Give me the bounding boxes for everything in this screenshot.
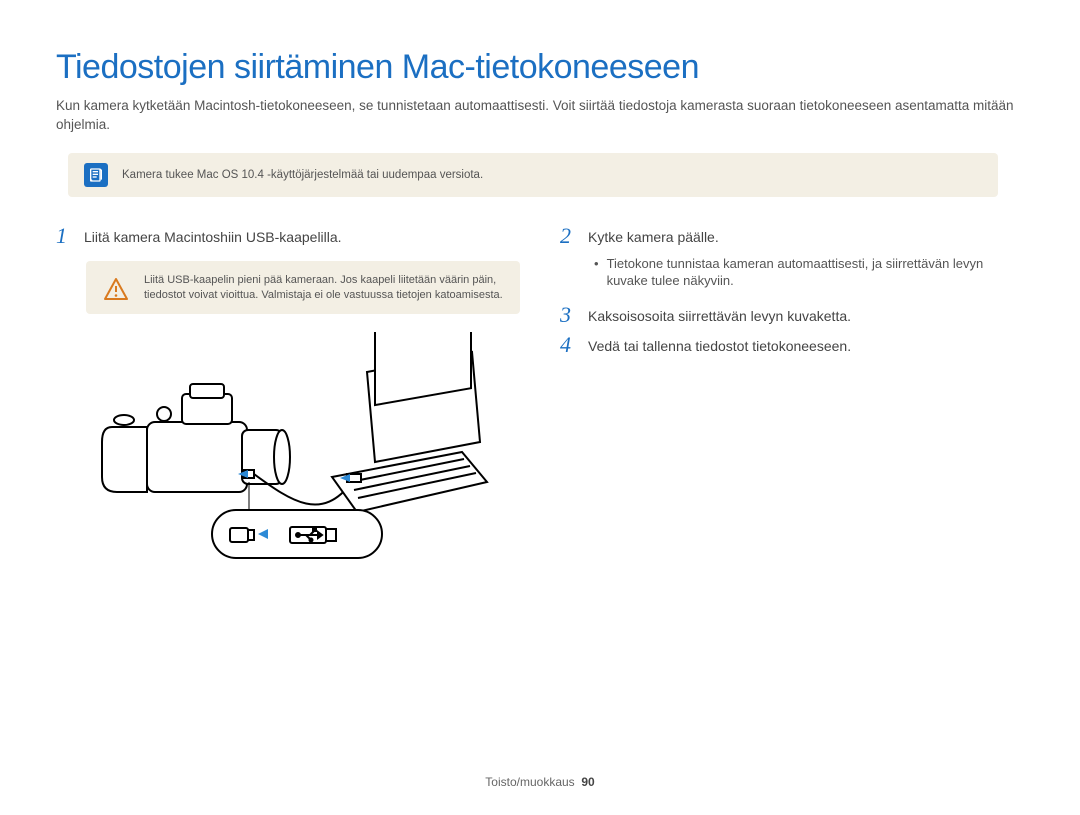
info-note-text: Kamera tukee Mac OS 10.4 -käyttöjärjeste… xyxy=(122,169,483,181)
step-number: 1 xyxy=(56,225,74,247)
warning-text: Liitä USB-kaapelin pieni pää kameraan. J… xyxy=(144,273,504,303)
step-text: Kaksoisosoita siirrettävän levyn kuvaket… xyxy=(588,304,851,326)
page-footer: Toisto/muokkaus 90 xyxy=(0,775,1080,789)
step-4: 4 Vedä tai tallenna tiedostot tietokonee… xyxy=(560,334,1024,356)
intro-paragraph: Kun kamera kytketään Macintosh-tietokone… xyxy=(56,97,1024,135)
note-icon xyxy=(84,163,108,187)
right-column: 2 Kytke kamera päälle. • Tietokone tunni… xyxy=(560,225,1024,568)
step-text: Liitä kamera Macintoshiin USB-kaapelilla… xyxy=(84,225,342,247)
bullet-dot: • xyxy=(594,255,599,290)
step-3: 3 Kaksoisosoita siirrettävän levyn kuvak… xyxy=(560,304,1024,326)
info-note-box: Kamera tukee Mac OS 10.4 -käyttöjärjeste… xyxy=(68,153,998,197)
step-number: 3 xyxy=(560,304,578,326)
usb-connection-illustration xyxy=(92,332,520,567)
step-2-bullet: • Tietokone tunnistaa kameran automaatti… xyxy=(594,255,1024,290)
bullet-text: Tietokone tunnistaa kameran automaattise… xyxy=(607,255,1024,290)
step-number: 2 xyxy=(560,225,578,247)
step-text: Kytke kamera päälle. xyxy=(588,225,719,247)
step-text: Vedä tai tallenna tiedostot tietokoneese… xyxy=(588,334,851,356)
step-1: 1 Liitä kamera Macintoshiin USB-kaapelil… xyxy=(56,225,520,247)
step-number: 4 xyxy=(560,334,578,356)
footer-page-number: 90 xyxy=(581,775,594,789)
warning-icon xyxy=(102,277,130,301)
step-2: 2 Kytke kamera päälle. xyxy=(560,225,1024,247)
footer-section: Toisto/muokkaus xyxy=(485,775,574,789)
warning-box: Liitä USB-kaapelin pieni pää kameraan. J… xyxy=(86,261,520,315)
page-title: Tiedostojen siirtäminen Mac-tietokoneese… xyxy=(56,48,1024,87)
left-column: 1 Liitä kamera Macintoshiin USB-kaapelil… xyxy=(56,225,520,568)
